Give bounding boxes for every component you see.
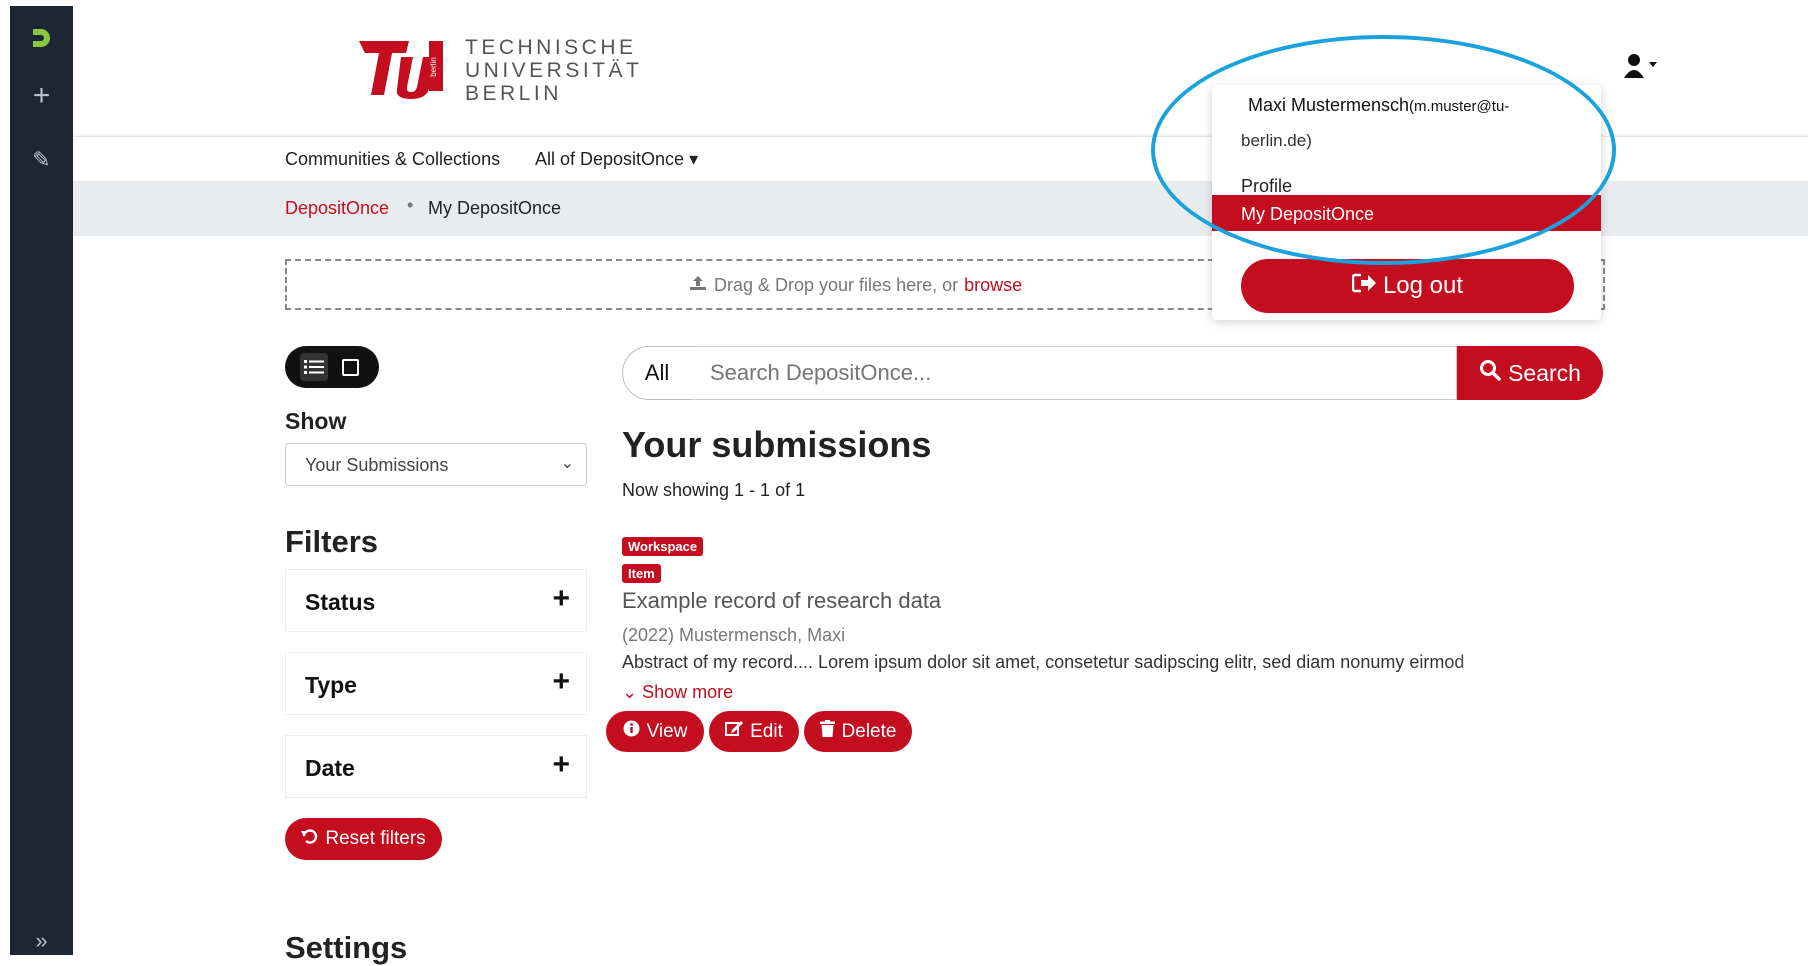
user-name-email: Maxi Mustermensch(m.muster@tu- <box>1248 95 1509 116</box>
dropzone-text: Drag & Drop your files here, or <box>714 275 959 295</box>
info-icon <box>623 720 640 743</box>
logout-button[interactable]: Log out <box>1241 259 1574 313</box>
plus-icon[interactable]: + <box>552 665 570 699</box>
trash-icon-svg <box>819 720 835 737</box>
filters-title: Filters <box>285 524 379 559</box>
show-select-value: Your Submissions <box>305 455 449 475</box>
user-email-part2: berlin.de) <box>1241 131 1312 150</box>
admin-sidebar: + ✎ » <box>10 6 73 955</box>
add-icon[interactable]: + <box>10 70 73 122</box>
breadcrumb-current: My DepositOnce <box>428 198 562 218</box>
search-icon <box>1479 359 1501 387</box>
facet-date[interactable]: Date + <box>285 735 587 798</box>
show-select[interactable]: Your Submissions ⌄ <box>285 443 587 486</box>
list-view-icon-svg <box>303 360 324 374</box>
user-icon <box>1624 54 1657 78</box>
delete-label: Delete <box>841 720 897 742</box>
trash-icon <box>819 720 835 743</box>
search-button[interactable]: Search <box>1457 346 1603 400</box>
chevron-down-icon: ⌄ <box>560 455 574 472</box>
undo-icon-svg <box>301 828 318 844</box>
user-menu-toggle[interactable] <box>1623 52 1657 87</box>
result-meta: (2022) Mustermensch, Maxi <box>622 625 846 645</box>
delete-button[interactable]: Delete <box>804 711 912 752</box>
dspace-logo-icon[interactable] <box>10 12 73 64</box>
left-margin <box>0 0 10 955</box>
item-badge: Item <box>622 564 661 583</box>
search-scope-button[interactable]: All <box>622 346 692 400</box>
search-button-label: Search <box>1508 359 1581 386</box>
facet-label: Status <box>305 589 376 615</box>
reset-filters-button[interactable]: Reset filters <box>285 818 442 860</box>
logo-line-2: UNIVERSITÄT <box>465 59 643 82</box>
show-more-link[interactable]: ⌄ Show more <box>622 682 733 703</box>
view-label: View <box>646 720 688 742</box>
breadcrumb-separator: • <box>407 195 414 215</box>
tu-berlin-logo[interactable]: berlin <box>357 37 445 99</box>
facet-label: Type <box>305 672 357 698</box>
sign-out-icon <box>1351 272 1376 300</box>
facet-status[interactable]: Status + <box>285 569 587 632</box>
grid-square <box>342 358 359 376</box>
page-title: Your submissions <box>622 424 932 465</box>
plus-icon[interactable]: + <box>552 582 570 616</box>
info-icon-svg <box>623 720 640 737</box>
upload-icon <box>689 275 707 296</box>
result-count: Now showing 1 - 1 of 1 <box>622 480 806 500</box>
reset-filters-label: Reset filters <box>325 828 426 849</box>
show-more-label: Show more <box>642 682 734 702</box>
search-input[interactable] <box>691 346 1457 400</box>
logout-label: Log out <box>1382 272 1464 299</box>
dropzone-text-wrap: Drag & Drop your files here, or browse <box>689 275 1022 296</box>
dspace-logo-icon-svg <box>32 29 50 47</box>
nav-all-of-depositonce[interactable]: All of DepositOnce ▾ <box>535 149 698 170</box>
user-email-part1: (m.muster@tu- <box>1409 98 1510 115</box>
view-mode-toggle <box>285 346 379 388</box>
workspace-badge: Workspace <box>622 537 704 556</box>
upload-icon-svg <box>690 276 706 290</box>
show-label: Show <box>285 408 347 434</box>
logo-line-3: BERLIN <box>465 82 562 105</box>
logo-badge-text: berlin <box>429 57 438 77</box>
undo-icon <box>301 828 318 851</box>
facet-type[interactable]: Type + <box>285 652 587 715</box>
breadcrumb-root-link[interactable]: DepositOnce <box>285 198 389 219</box>
sign-out-icon-svg <box>1351 273 1376 293</box>
university-name: TECHNISCHE UNIVERSITÄT BERLIN <box>465 36 642 105</box>
result-title-link[interactable]: Example record of research data <box>622 588 941 614</box>
grid-view-icon[interactable] <box>337 353 365 381</box>
plus-icon[interactable]: + <box>552 748 570 782</box>
edit-icon[interactable]: ✎ <box>10 134 73 186</box>
logo-line-1: TECHNISCHE <box>465 36 637 59</box>
list-view-icon[interactable] <box>299 353 328 381</box>
edit-label: Edit <box>750 720 783 742</box>
browse-link[interactable]: browse <box>964 275 1022 295</box>
view-button[interactable]: View <box>606 711 704 752</box>
edit-icon-svg <box>725 721 744 736</box>
facet-label: Date <box>305 755 355 781</box>
edit-icon <box>725 720 744 743</box>
result-abstract: Abstract of my record.... Lorem ipsum do… <box>622 652 1465 672</box>
settings-title: Settings <box>285 930 408 965</box>
search-icon-svg <box>1480 360 1501 381</box>
expand-sidebar-icon[interactable]: » <box>10 926 73 956</box>
user-name: Maxi Mustermensch <box>1248 95 1410 115</box>
edit-button[interactable]: Edit <box>709 711 799 752</box>
menu-item-my-depositonce[interactable]: My DepositOnce <box>1212 195 1601 231</box>
nav-communities-collections[interactable]: Communities & Collections <box>285 149 500 170</box>
user-dropdown-menu: Maxi Mustermensch(m.muster@tu- berlin.de… <box>1212 85 1601 320</box>
chevron-down-icon: ⌄ <box>622 682 643 702</box>
tu-logo-svg: berlin <box>359 41 443 99</box>
